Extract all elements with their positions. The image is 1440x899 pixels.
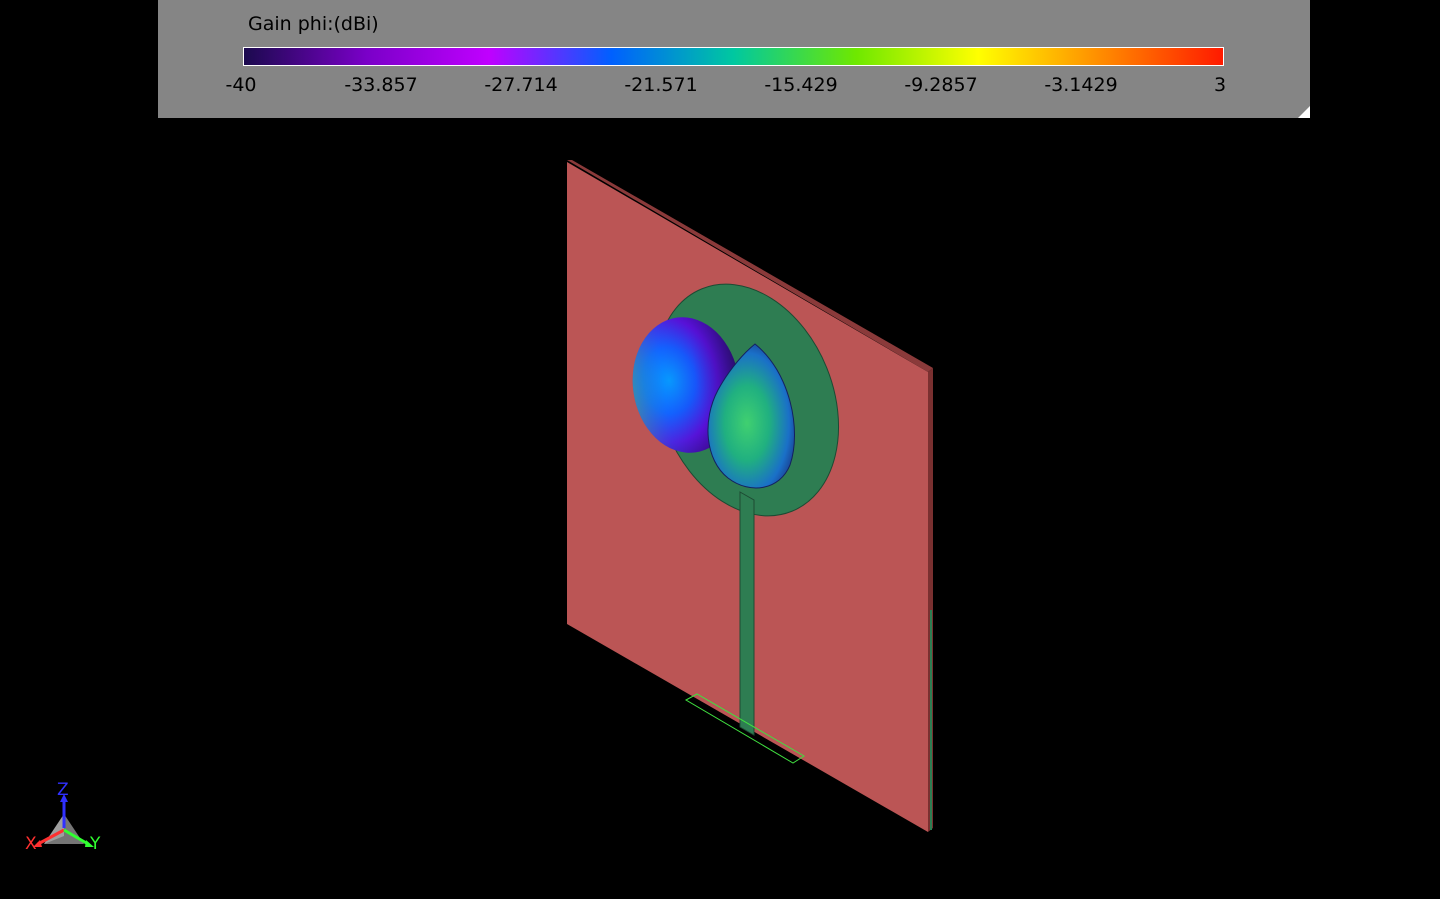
feed-line: [739, 491, 755, 736]
z-axis-label: Z: [57, 780, 69, 800]
axis-triad[interactable]: Z X Y: [24, 778, 104, 858]
antenna-scene[interactable]: [0, 0, 1440, 899]
y-axis-label: Y: [90, 834, 101, 854]
3d-viewport[interactable]: Gain phi:(dBi) -40 -33.857 -27.714 -21.5…: [0, 0, 1440, 899]
x-axis-label: X: [25, 834, 37, 854]
